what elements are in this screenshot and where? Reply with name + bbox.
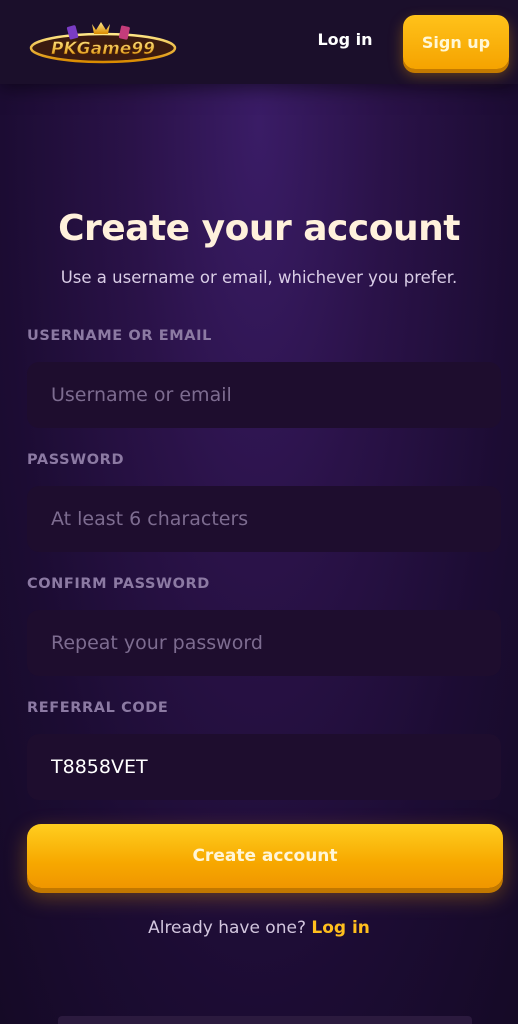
create-account-button[interactable]: Create account bbox=[27, 824, 503, 888]
top-header: PKGame99 Log in Sign up bbox=[0, 0, 518, 84]
login-prompt: Already have one? Log in bbox=[0, 918, 518, 938]
bottom-panel-edge bbox=[58, 1016, 472, 1024]
header-login-link[interactable]: Log in bbox=[300, 22, 390, 56]
confirm-password-input[interactable] bbox=[49, 631, 501, 655]
referral-code-field[interactable] bbox=[27, 734, 501, 800]
password-label: PASSWORD bbox=[27, 452, 125, 468]
login-prompt-text: Already have one? bbox=[148, 918, 306, 938]
password-input[interactable] bbox=[49, 507, 501, 531]
username-input[interactable] bbox=[49, 383, 501, 407]
referral-code-label: REFERRAL CODE bbox=[27, 700, 169, 716]
pkgame99-logo[interactable]: PKGame99 bbox=[28, 16, 178, 68]
confirm-password-label: CONFIRM PASSWORD bbox=[27, 576, 210, 592]
username-label: USERNAME OR EMAIL bbox=[27, 328, 212, 344]
password-field[interactable] bbox=[27, 486, 501, 552]
referral-code-input[interactable] bbox=[49, 755, 501, 779]
svg-text:PKGame99: PKGame99 bbox=[51, 39, 155, 59]
page-subtitle: Use a username or email, whichever you p… bbox=[60, 268, 458, 287]
username-field[interactable] bbox=[27, 362, 501, 428]
confirm-password-field[interactable] bbox=[27, 610, 501, 676]
signup-button[interactable]: Sign up bbox=[403, 15, 509, 69]
footer-login-link[interactable]: Log in bbox=[311, 918, 370, 938]
page-title: Create your account bbox=[58, 208, 460, 249]
